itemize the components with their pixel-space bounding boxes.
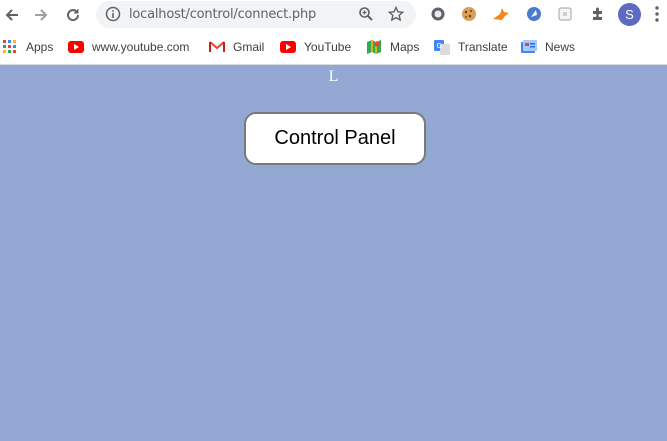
site-info-icon[interactable] (105, 6, 121, 27)
youtube-icon (280, 39, 296, 55)
bookmark-label: Translate (458, 40, 508, 54)
extension-record-icon[interactable] (429, 5, 447, 23)
bookmark-label: www.youtube.com (92, 40, 190, 54)
bookmark-maps[interactable]: Maps (366, 30, 419, 64)
control-panel-button[interactable]: Control Panel (244, 112, 426, 165)
forward-arrow-icon (35, 9, 48, 21)
cookie-extension-icon[interactable] (460, 5, 478, 23)
url-text[interactable]: localhost/control/connect.php (129, 7, 316, 22)
bookmark-apps[interactable]: Apps (2, 30, 53, 64)
page-heading-letter: L (328, 68, 339, 85)
back-button[interactable] (0, 3, 24, 27)
gmail-icon (209, 39, 225, 55)
bookmark-gmail[interactable]: Gmail (209, 30, 264, 64)
bookmark-youtube-com[interactable]: www.youtube.com (68, 30, 189, 64)
bookmark-star-icon[interactable] (387, 5, 405, 27)
news-icon (521, 39, 537, 55)
bookmark-label: Gmail (233, 40, 265, 54)
bookmark-label: YouTube (304, 40, 352, 54)
bookmark-translate[interactable]: G Translate (434, 30, 508, 64)
apps-grid-icon (2, 39, 18, 55)
address-bar[interactable]: localhost/control/connect.php (96, 1, 416, 28)
forward-button[interactable] (29, 3, 53, 27)
maps-icon (366, 39, 382, 55)
svg-text:G: G (437, 42, 442, 50)
fox-extension-icon[interactable] (492, 5, 510, 23)
bookmark-label: News (545, 40, 576, 54)
bookmark-label: Maps (390, 40, 420, 54)
blue-extension-icon[interactable] (525, 5, 543, 23)
back-arrow-icon (5, 9, 18, 21)
zoom-icon[interactable] (358, 6, 374, 27)
reload-button[interactable] (61, 3, 85, 27)
shield-extension-icon[interactable] (556, 5, 574, 23)
extensions-puzzle-icon[interactable] (589, 5, 607, 23)
bookmark-youtube[interactable]: YouTube (280, 30, 351, 64)
translate-icon: G (434, 39, 450, 55)
profile-avatar[interactable]: S (618, 3, 641, 26)
menu-dots-icon[interactable] (655, 6, 659, 27)
bookmark-news[interactable]: News (521, 30, 575, 64)
bookmark-label: Apps (26, 40, 54, 54)
reload-icon (67, 9, 80, 22)
browser-toolbar: localhost/control/connect.php S (0, 0, 667, 30)
youtube-icon (68, 39, 84, 55)
bookmarks-bar: Apps www.youtube.com Gmail YouTube Maps … (0, 30, 667, 65)
